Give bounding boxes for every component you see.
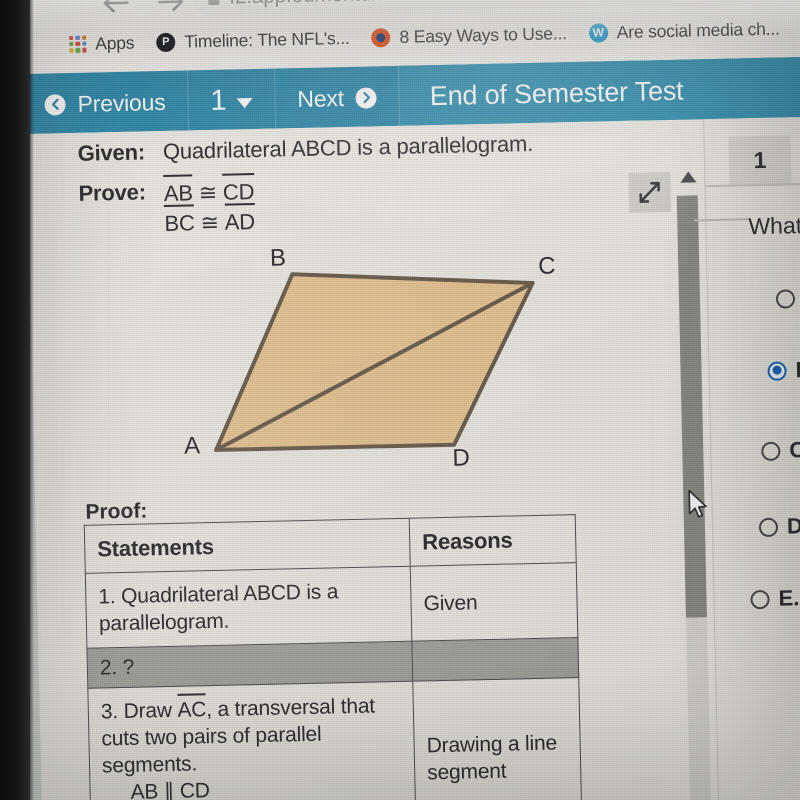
parallel-symbol: ∥ <box>163 779 175 800</box>
assessment-title: End of Semester Test <box>399 56 800 128</box>
address-bar-url: f2.app.edmentum.com/assessments-delivery… <box>229 0 800 10</box>
statement-cell-1: 1. Quadrilateral ABCD is a parallelogram… <box>85 566 412 649</box>
answer-option-e[interactable]: E. <box>750 585 800 612</box>
forward-arrow-icon[interactable] <box>156 0 187 15</box>
statement-cell-3: 3. Draw AC, a transversal that cuts two … <box>87 681 417 800</box>
scrollbar-lower-track[interactable] <box>685 617 712 800</box>
question-number-tab[interactable]: 1 <box>728 135 792 185</box>
segment-ac: AC <box>177 698 207 722</box>
answer-option-label: D. <box>786 513 800 539</box>
given-text: Quadrilateral ABCD is a parallelogram. <box>162 130 534 165</box>
pbs-icon: P <box>156 32 176 52</box>
question-prompt: What a <box>748 212 800 240</box>
column-header-reasons: Reasons <box>409 514 577 567</box>
segment-cd: CD <box>179 779 211 800</box>
segment-bc: BC <box>164 208 195 239</box>
answer-option-label: C. <box>789 436 800 463</box>
vertex-label-b: B <box>269 244 287 272</box>
bookmark-label: Timeline: The NFL's... <box>184 27 350 52</box>
prove-line-2: BC ≅ AD <box>164 207 255 239</box>
back-arrow-icon[interactable] <box>100 0 131 16</box>
prove-row: Prove: AB ≅ CD BC ≅ AD <box>78 177 255 241</box>
reason-cell-1: Given <box>410 562 578 642</box>
statement-cell-2: 2. ? <box>86 641 413 689</box>
table-row: 3. Draw AC, a transversal that cuts two … <box>87 677 583 800</box>
proof-table: Statements Reasons 1. Quadrilateral ABCD… <box>83 514 583 800</box>
answer-pane: 1 What a A B. C. D. <box>694 114 800 800</box>
congruent-symbol: ≅ <box>198 179 218 206</box>
radio-button-b[interactable] <box>767 360 787 381</box>
prove-label: Prove: <box>78 179 147 206</box>
prove-statements: AB ≅ CD BC ≅ AD <box>164 177 256 239</box>
stimulus-pane: Given: Quadrilateral ABCD is a parallelo… <box>27 120 663 800</box>
proof-label: Proof: <box>85 499 148 524</box>
segment-ab: AB <box>130 780 159 800</box>
previous-label: Previous <box>77 88 166 117</box>
statement-3-lead: 3. Draw <box>100 698 178 724</box>
bookmark-8-easy-ways[interactable]: 8 Easy Ways to Use... <box>371 22 581 48</box>
screen-photo: f2.app.edmentum.com/assessments-delivery… <box>0 0 800 800</box>
orange-circle-icon <box>371 27 391 47</box>
given-row: Given: Quadrilateral ABCD is a parallelo… <box>77 131 533 167</box>
bookmark-apps[interactable]: Apps <box>69 32 149 55</box>
expand-arrows-icon[interactable] <box>628 171 672 213</box>
congruent-symbol: ≅ <box>200 209 220 236</box>
circle-left-arrow-icon <box>44 93 66 116</box>
scroll-up-arrow-icon[interactable] <box>680 171 697 183</box>
radio-button-d[interactable] <box>758 517 779 537</box>
bookmark-label: 8 Easy Ways to Use... <box>399 22 568 47</box>
radio-button-a[interactable] <box>775 288 796 309</box>
vertex-label-d: D <box>452 444 471 472</box>
wordpress-icon: W <box>588 22 608 43</box>
table-row: 1. Quadrilateral ABCD is a parallelogram… <box>85 562 578 649</box>
bookmark-timeline-nfl[interactable]: P Timeline: The NFL's... <box>156 27 364 53</box>
radio-button-c[interactable] <box>761 441 781 461</box>
lock-icon <box>208 0 220 5</box>
vertex-label-a: A <box>183 432 201 460</box>
leader-line <box>694 218 751 221</box>
column-header-statements: Statements <box>84 518 411 574</box>
next-label: Next <box>297 84 345 112</box>
answer-option-c[interactable]: C. <box>761 437 800 464</box>
chevron-down-icon <box>236 98 253 109</box>
answer-option-b[interactable]: B. <box>767 357 800 384</box>
answer-option-label: B. <box>795 356 800 383</box>
browser-window: f2.app.edmentum.com/assessments-delivery… <box>24 0 800 800</box>
radio-button-e[interactable] <box>750 589 770 609</box>
mouse-pointer <box>687 489 710 526</box>
page-number: 1 <box>210 84 227 117</box>
answer-option-label: E. <box>778 585 800 611</box>
vertex-label-c: C <box>537 252 556 280</box>
next-button[interactable]: Next <box>274 65 401 131</box>
parallelogram-svg <box>214 272 535 452</box>
previous-button[interactable]: Previous <box>25 70 190 136</box>
reason-cell-3: Drawing a line segment <box>412 677 583 800</box>
given-label: Given: <box>77 139 146 166</box>
reason-cell-2 <box>411 637 579 682</box>
answer-option-a[interactable]: A <box>775 285 800 312</box>
bookmark-label: Apps <box>95 32 135 53</box>
page-selector[interactable]: 1 <box>187 68 277 133</box>
circle-right-arrow-icon <box>355 86 378 109</box>
segment-ad: AD <box>224 207 255 238</box>
monitor-bezel <box>0 0 30 800</box>
answer-option-d[interactable]: D. <box>758 513 800 540</box>
assessment-content: Given: Quadrilateral ABCD is a parallelo… <box>27 114 800 800</box>
bookmark-social-media[interactable]: W Are social media ch... <box>588 18 794 43</box>
bookmark-label: Are social media ch... <box>616 18 780 42</box>
parallelogram-abcd: A B C D <box>140 242 605 482</box>
apps-grid-icon <box>69 35 87 53</box>
